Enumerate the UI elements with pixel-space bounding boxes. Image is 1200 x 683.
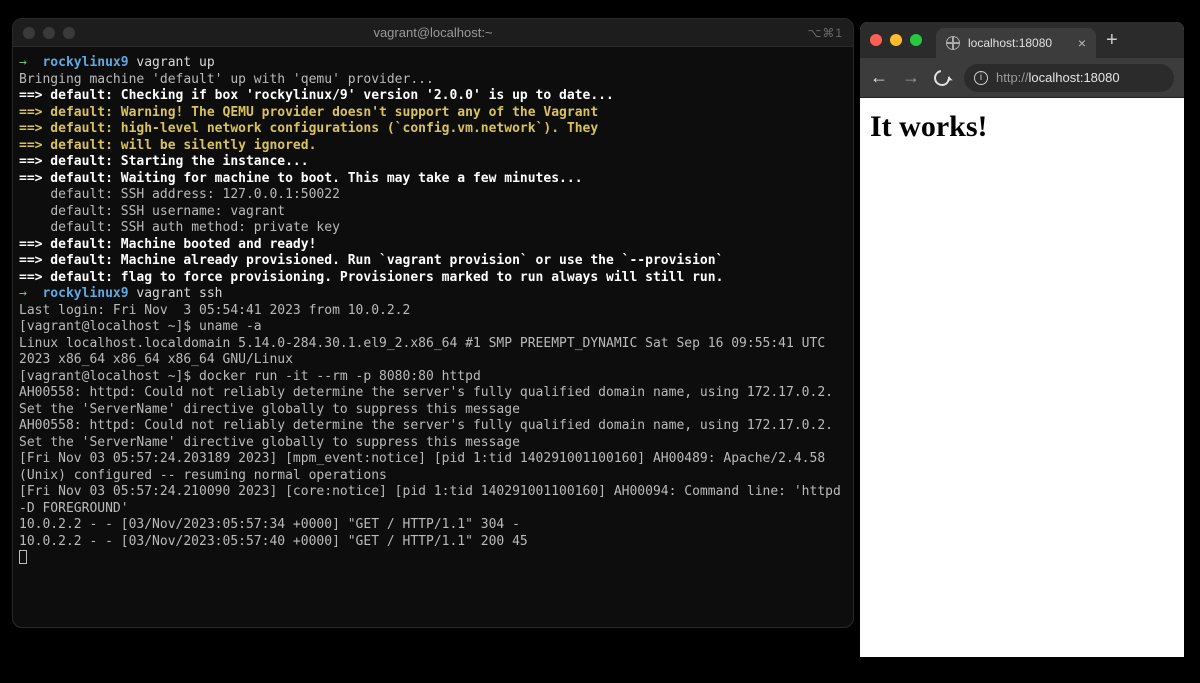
terminal-line: ==> default: Machine already provisioned… (19, 253, 847, 270)
new-tab-button[interactable]: + (1106, 29, 1118, 52)
maximize-icon[interactable] (63, 27, 75, 39)
terminal-title: vagrant@localhost:~ (13, 25, 853, 40)
window-controls (23, 27, 75, 39)
terminal-line: ==> default: high-level network configur… (19, 121, 847, 138)
terminal-line: ==> default: flag to force provisioning.… (19, 270, 847, 287)
reload-button[interactable] (931, 66, 953, 88)
terminal-line: AH00558: httpd: Could not reliably deter… (19, 385, 847, 418)
maximize-icon[interactable] (910, 34, 922, 46)
terminal-line: 10.0.2.2 - - [03/Nov/2023:05:57:34 +0000… (19, 517, 847, 534)
terminal-line: ==> default: Waiting for machine to boot… (19, 171, 847, 188)
terminal-cursor (19, 550, 27, 564)
terminal-window[interactable]: vagrant@localhost:~ ⌥⌘1 → rockylinux9 va… (12, 18, 854, 628)
browser-window[interactable]: localhost:18080 × + ← → i http://localho… (860, 22, 1184, 657)
terminal-line: [vagrant@localhost ~]$ uname -a (19, 319, 847, 336)
url-text: http://localhost:18080 (996, 70, 1120, 85)
forward-button[interactable]: → (902, 67, 920, 88)
browser-tabbar[interactable]: localhost:18080 × + (860, 22, 1184, 58)
terminal-line: Linux localhost.localdomain 5.14.0-284.3… (19, 336, 847, 369)
terminal-line: default: SSH username: vagrant (19, 204, 847, 221)
desktop: vagrant@localhost:~ ⌥⌘1 → rockylinux9 va… (0, 0, 1200, 683)
terminal-shortcut-hint: ⌥⌘1 (807, 26, 843, 40)
terminal-body[interactable]: → rockylinux9 vagrant upBringing machine… (13, 47, 853, 627)
page-heading: It works! (870, 110, 1174, 144)
terminal-line: [Fri Nov 03 05:57:24.203189 2023] [mpm_e… (19, 451, 847, 484)
close-icon[interactable] (23, 27, 35, 39)
back-button[interactable]: ← (870, 67, 888, 88)
terminal-line: default: SSH auth method: private key (19, 220, 847, 237)
terminal-line: ==> default: Warning! The QEMU provider … (19, 105, 847, 122)
minimize-icon[interactable] (890, 34, 902, 46)
tab-title: localhost:18080 (968, 36, 1052, 50)
terminal-line: ==> default: Starting the instance... (19, 154, 847, 171)
globe-icon (946, 36, 960, 50)
window-controls (870, 34, 922, 46)
close-tab-icon[interactable]: × (1078, 35, 1086, 51)
terminal-line: → rockylinux9 vagrant ssh (19, 286, 847, 303)
terminal-line: ==> default: will be silently ignored. (19, 138, 847, 155)
minimize-icon[interactable] (43, 27, 55, 39)
terminal-line: Last login: Fri Nov 3 05:54:41 2023 from… (19, 303, 847, 320)
terminal-line: → rockylinux9 vagrant up (19, 55, 847, 72)
terminal-line: 10.0.2.2 - - [03/Nov/2023:05:57:40 +0000… (19, 534, 847, 551)
terminal-line: [Fri Nov 03 05:57:24.210090 2023] [core:… (19, 484, 847, 517)
browser-tab[interactable]: localhost:18080 × (936, 28, 1096, 58)
browser-toolbar: ← → i http://localhost:18080 (860, 58, 1184, 98)
terminal-line: [vagrant@localhost ~]$ docker run -it --… (19, 369, 847, 386)
terminal-line: default: SSH address: 127.0.0.1:50022 (19, 187, 847, 204)
browser-page[interactable]: It works! (860, 98, 1184, 657)
close-icon[interactable] (870, 34, 882, 46)
terminal-line: ==> default: Machine booted and ready! (19, 237, 847, 254)
site-info-icon[interactable]: i (974, 71, 988, 85)
terminal-titlebar[interactable]: vagrant@localhost:~ ⌥⌘1 (13, 19, 853, 47)
terminal-line: AH00558: httpd: Could not reliably deter… (19, 418, 847, 451)
terminal-line: Bringing machine 'default' up with 'qemu… (19, 72, 847, 89)
address-bar[interactable]: i http://localhost:18080 (964, 64, 1174, 92)
terminal-line: ==> default: Checking if box 'rockylinux… (19, 88, 847, 105)
